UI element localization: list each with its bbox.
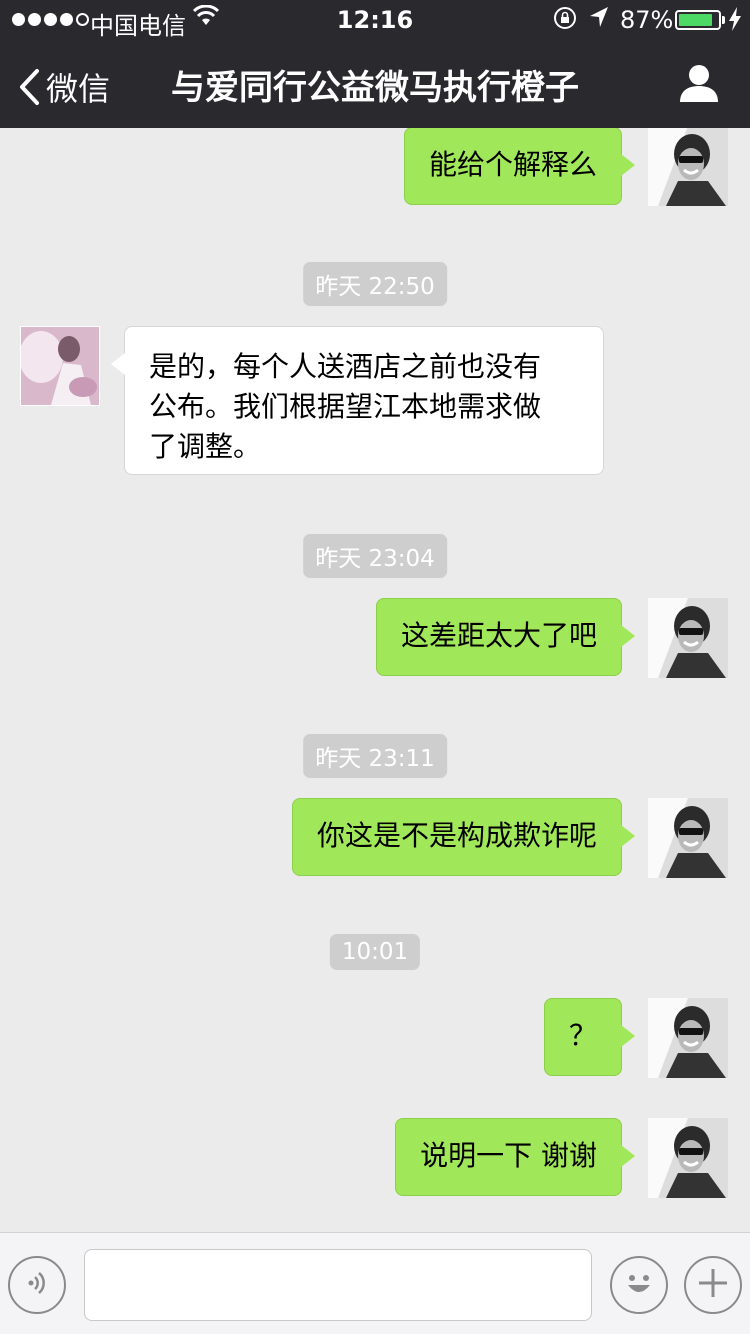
avatar-photo-icon (648, 798, 728, 878)
avatar-photo-icon (648, 598, 728, 678)
message-text: 这差距太大了吧 (400, 619, 597, 652)
plus-icon (696, 1266, 730, 1304)
location-arrow-icon (588, 5, 610, 35)
input-bar (0, 1232, 750, 1334)
timestamp: 昨天 23:04 (303, 534, 447, 578)
message-input[interactable] (84, 1249, 592, 1321)
avatar-photo-icon (648, 998, 728, 1078)
my-avatar[interactable] (648, 1118, 728, 1198)
emoji-button[interactable] (610, 1256, 668, 1314)
avatar-photo-icon (648, 1118, 728, 1198)
voice-button[interactable] (8, 1256, 66, 1314)
voice-icon (22, 1268, 52, 1302)
message-text: 你这是不是构成欺诈呢 (316, 819, 597, 852)
message-bubble-sent[interactable]: 说明一下 谢谢 (395, 1118, 635, 1196)
message-text-line: 了调整。 (149, 430, 262, 463)
timestamp: 昨天 22:50 (303, 262, 447, 306)
emoji-icon (619, 1263, 659, 1307)
contact-avatar[interactable] (20, 326, 100, 406)
message-text: 能给个解释么 (428, 148, 597, 181)
message-text-line: 是的，每个人送酒店之前也没有 (149, 350, 542, 383)
my-avatar[interactable] (648, 798, 728, 878)
charging-bolt-icon (728, 6, 742, 38)
message-text: ？ (568, 1019, 597, 1052)
chat-title: 与爱同行公益微马执行橙子 (171, 68, 579, 108)
person-icon (678, 65, 720, 108)
avatar-photo-icon (648, 128, 728, 206)
battery-icon (675, 10, 725, 30)
message-bubble-sent[interactable]: ？ (543, 998, 636, 1076)
rotation-lock-icon (553, 6, 577, 36)
timestamp: 10:01 (329, 934, 421, 970)
battery-percent: 87% (620, 6, 674, 34)
avatar-photo-icon (21, 327, 99, 405)
chevron-left-icon (18, 68, 40, 106)
message-bubble-sent[interactable]: 你这是不是构成欺诈呢 (291, 798, 636, 876)
contact-info-button[interactable] (678, 62, 720, 108)
my-avatar[interactable] (648, 128, 728, 206)
message-bubble-sent[interactable]: 这差距太大了吧 (375, 598, 636, 676)
more-button[interactable] (684, 1256, 742, 1314)
message-text: 说明一下 谢谢 (420, 1139, 597, 1172)
message-text-line: 公布。我们根据望江本地需求做 (149, 390, 542, 423)
message-list[interactable]: 能给个解释么 昨天 22:50 是的，每个人送酒店之前也没有 公布。我们根据望江… (0, 128, 750, 1232)
top-bar: 中国电信 12:16 87% 微信 与爱同行公益微马执行橙子 (0, 0, 750, 128)
back-button[interactable]: 微信 (18, 64, 110, 110)
timestamp: 昨天 23:11 (303, 734, 447, 778)
my-avatar[interactable] (648, 998, 728, 1078)
my-avatar[interactable] (648, 598, 728, 678)
back-label: 微信 (46, 70, 111, 108)
status-bar: 中国电信 12:16 87% (0, 0, 750, 40)
message-bubble-received[interactable]: 是的，每个人送酒店之前也没有 公布。我们根据望江本地需求做 了调整。 (111, 326, 604, 475)
message-bubble-sent[interactable]: 能给个解释么 (403, 128, 636, 205)
navigation-bar: 微信 与爱同行公益微马执行橙子 (0, 40, 750, 128)
battery-fill (679, 14, 712, 26)
